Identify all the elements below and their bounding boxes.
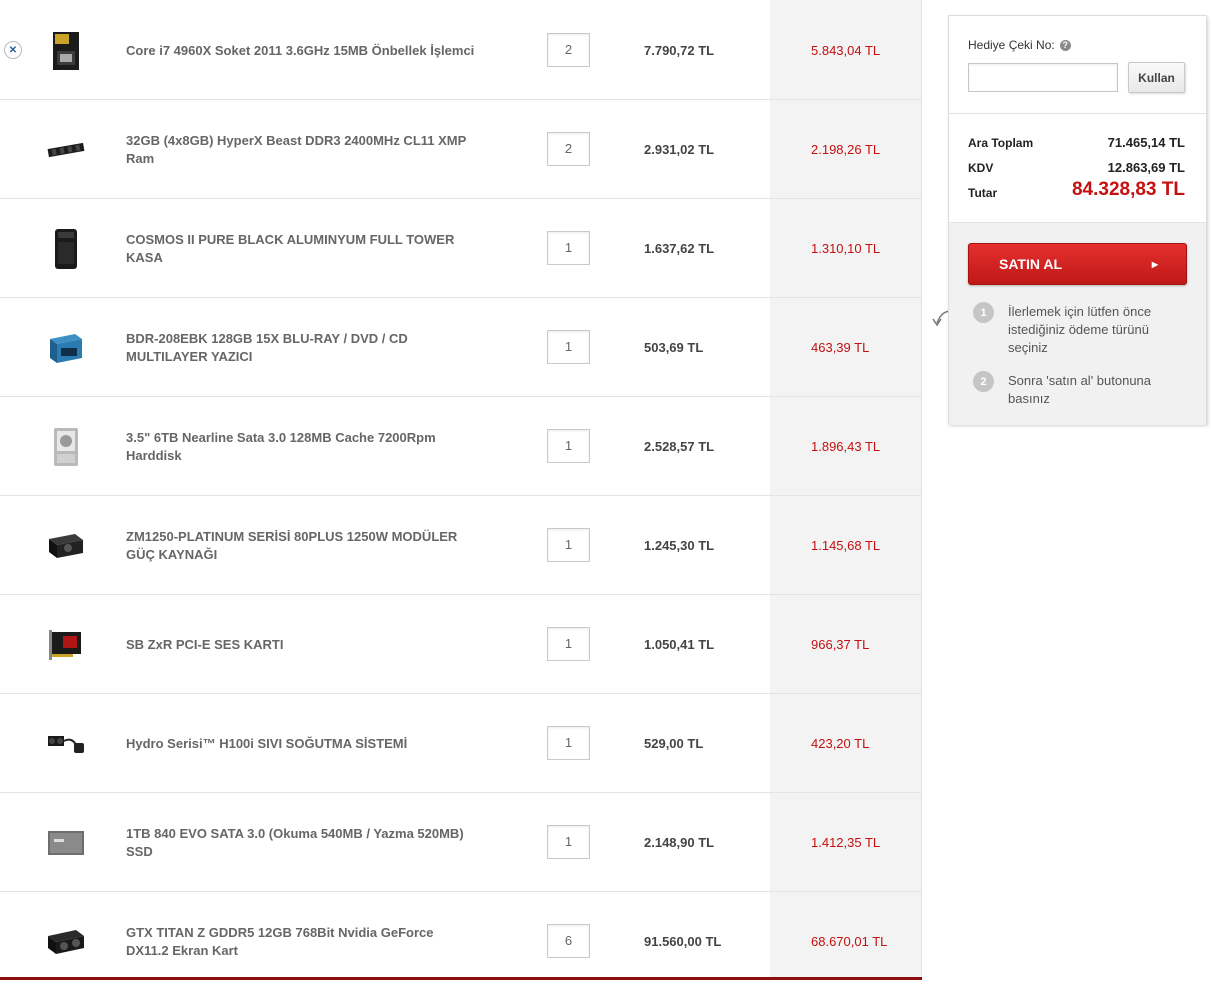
discount-price: 5.843,04 TL	[811, 43, 881, 58]
checkout-area: SATIN AL ▶ 1 İlerlemek için lütfen önce …	[949, 222, 1206, 425]
discount-price: 1.310,10 TL	[811, 241, 881, 256]
discount-price: 423,20 TL	[811, 736, 870, 751]
discount-price: 463,39 TL	[811, 340, 870, 355]
help-icon[interactable]: ?	[1059, 39, 1071, 51]
quantity-input[interactable]: 2	[547, 33, 590, 67]
sound-card-icon[interactable]	[42, 623, 90, 667]
product-name[interactable]: 1TB 840 EVO SATA 3.0 (Okuma 540MB / Yazm…	[126, 793, 476, 892]
liquid-cooler-icon[interactable]	[42, 722, 90, 766]
cart-row: 1TB 840 EVO SATA 3.0 (Okuma 540MB / Yazm…	[0, 793, 921, 892]
discount-price: 966,37 TL	[811, 637, 870, 652]
psu-icon[interactable]	[42, 524, 90, 568]
discount-price: 1.145,68 TL	[811, 538, 881, 553]
checkout-step: 1 İlerlemek için lütfen önce istediğiniz…	[973, 302, 1183, 357]
quantity-input[interactable]: 1	[547, 726, 590, 760]
cart-row: COSMOS II PURE BLACK ALUMINYUM FULL TOWE…	[0, 199, 921, 298]
quantity-input[interactable]: 1	[547, 825, 590, 859]
buy-button[interactable]: SATIN AL ▶	[968, 243, 1187, 285]
product-name[interactable]: BDR-208EBK 128GB 15X BLU-RAY / DVD / CD …	[126, 298, 476, 397]
cart-row: SB ZxR PCI-E SES KARTI 1 1.050,41 TL 966…	[0, 595, 921, 694]
unit-price: 7.790,72 TL	[644, 43, 715, 58]
quantity-input[interactable]: 1	[547, 429, 590, 463]
product-name[interactable]: Core i7 4960X Soket 2011 3.6GHz 15MB Önb…	[126, 1, 476, 100]
unit-price: 1.637,62 TL	[644, 241, 715, 256]
cart-row: ✕ Core i7 4960X Soket 2011 3.6GHz 15MB Ö…	[0, 1, 921, 100]
quantity-input[interactable]: 6	[547, 924, 590, 958]
quantity-input[interactable]: 2	[547, 132, 590, 166]
gpu-icon[interactable]	[42, 920, 90, 964]
subtotal-value: 71.465,14 TL	[1107, 135, 1185, 150]
bluray-box-icon[interactable]	[42, 326, 90, 370]
quantity-input[interactable]: 1	[547, 330, 590, 364]
cart-table: ✕ Core i7 4960X Soket 2011 3.6GHz 15MB Ö…	[0, 0, 922, 980]
unit-price: 529,00 TL	[644, 736, 704, 751]
unit-price: 1.245,30 TL	[644, 538, 715, 553]
remove-item-button[interactable]: ✕	[4, 41, 22, 59]
total-value: 84.328,83 TL	[1071, 179, 1185, 200]
unit-price: 2.148,90 TL	[644, 835, 715, 850]
checkout-step: 2 Sonra 'satın al' butonuna basınız	[973, 371, 1183, 408]
unit-price: 2.931,02 TL	[644, 142, 715, 157]
discount-price: 1.896,43 TL	[811, 439, 881, 454]
total-label: Tutar	[968, 186, 998, 200]
quantity-input[interactable]: 1	[547, 231, 590, 265]
divider	[949, 113, 1206, 114]
product-name[interactable]: Hydro Serisi™ H100i SIVI SOĞUTMA SİSTEMİ	[126, 694, 476, 793]
step-text: İlerlemek için lütfen önce istediğiniz ö…	[1008, 304, 1152, 355]
quantity-input[interactable]: 1	[547, 528, 590, 562]
product-name[interactable]: 3.5" 6TB Nearline Sata 3.0 128MB Cache 7…	[126, 397, 476, 496]
cart-row: 32GB (4x8GB) HyperX Beast DDR3 2400MHz C…	[0, 100, 921, 199]
apply-voucher-button[interactable]: Kullan	[1128, 62, 1185, 93]
product-name[interactable]: COSMOS II PURE BLACK ALUMINYUM FULL TOWE…	[126, 199, 476, 298]
product-name[interactable]: ZM1250-PLATINUM SERİSİ 80PLUS 1250W MODÜ…	[126, 496, 476, 595]
close-icon: ✕	[8, 44, 18, 56]
unit-price: 2.528,57 TL	[644, 439, 715, 454]
cpu-box-icon[interactable]	[42, 29, 90, 73]
tax-value: 12.863,69 TL	[1107, 160, 1185, 175]
cart-row: ZM1250-PLATINUM SERİSİ 80PLUS 1250W MODÜ…	[0, 496, 921, 595]
discount-price: 2.198,26 TL	[811, 142, 881, 157]
unit-price: 503,69 TL	[644, 340, 704, 355]
buy-button-label: SATIN AL	[999, 256, 1062, 272]
ram-icon[interactable]	[42, 128, 90, 172]
step-number: 1	[973, 302, 994, 323]
hdd-icon[interactable]	[42, 425, 90, 469]
cart-divider	[921, 0, 922, 980]
ssd-icon[interactable]	[42, 821, 90, 865]
cart-row: BDR-208EBK 128GB 15X BLU-RAY / DVD / CD …	[0, 298, 921, 397]
arrow-right-icon: ▶	[1151, 259, 1158, 269]
discount-price: 1.412,35 TL	[811, 835, 881, 850]
product-name[interactable]: SB ZxR PCI-E SES KARTI	[126, 595, 476, 694]
unit-price: 1.050,41 TL	[644, 637, 715, 652]
cart-row: 3.5" 6TB Nearline Sata 3.0 128MB Cache 7…	[0, 397, 921, 496]
cart-row: Hydro Serisi™ H100i SIVI SOĞUTMA SİSTEMİ…	[0, 694, 921, 793]
order-summary-panel: Hediye Çeki No: ? Kullan Ara Toplam 71.4…	[948, 15, 1207, 425]
step-number: 2	[973, 371, 994, 392]
gift-voucher-label: Hediye Çeki No: ?	[968, 38, 1071, 52]
gift-voucher-label-text: Hediye Çeki No:	[968, 38, 1055, 52]
product-name[interactable]: 32GB (4x8GB) HyperX Beast DDR3 2400MHz C…	[126, 100, 476, 199]
pc-case-icon[interactable]	[42, 227, 90, 271]
step-text: Sonra 'satın al' butonuna basınız	[1008, 373, 1152, 406]
tax-label: KDV	[968, 161, 994, 175]
gift-voucher-input[interactable]	[968, 63, 1118, 92]
quantity-input[interactable]: 1	[547, 627, 590, 661]
subtotal-label: Ara Toplam	[968, 136, 1034, 150]
